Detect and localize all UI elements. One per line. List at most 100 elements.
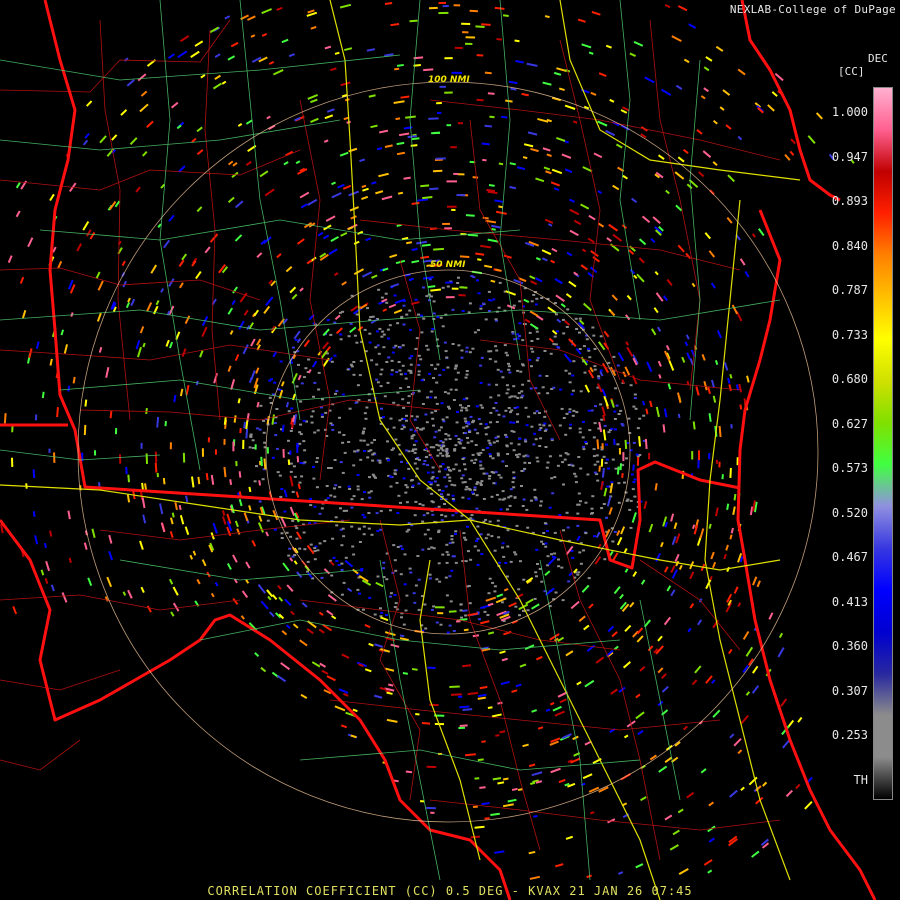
echo-pixel	[387, 337, 390, 340]
echo-pixel	[389, 509, 392, 512]
echo-pixel	[557, 565, 561, 568]
echo-pixel	[500, 601, 504, 604]
color-scale-tick: 0.307	[831, 683, 868, 698]
echo-pixel	[376, 344, 380, 347]
echo-pixel	[602, 455, 606, 458]
echo-pixel	[495, 349, 499, 352]
echo-pixel	[572, 409, 576, 412]
echo-pixel	[629, 499, 633, 502]
echo-pixel	[446, 473, 450, 476]
echo-pixel	[484, 518, 488, 521]
echo-pixel	[402, 304, 406, 307]
echo-pixel	[280, 488, 284, 490]
echo-pixel	[452, 468, 456, 471]
echo-pixel	[451, 494, 455, 497]
echo-pixel	[316, 429, 320, 432]
echo-pixel	[358, 374, 362, 377]
echo-pixel	[420, 331, 424, 334]
echo-pixel	[438, 374, 442, 377]
echo-pixel	[507, 496, 511, 499]
echo-streak	[632, 464, 635, 471]
echo-pixel	[439, 452, 443, 455]
echo-pixel	[417, 390, 421, 393]
echo-pixel	[399, 501, 402, 504]
echo-pixel	[464, 432, 468, 435]
echo-streak	[34, 414, 38, 421]
echo-pixel	[578, 431, 582, 434]
echo-pixel	[289, 462, 293, 465]
echo-pixel	[470, 514, 474, 517]
echo-pixel	[425, 443, 429, 446]
echo-pixel	[454, 378, 458, 381]
echo-pixel	[495, 421, 499, 423]
echo-streak	[455, 620, 461, 623]
echo-pixel	[451, 343, 455, 345]
echo-pixel	[545, 466, 549, 469]
echo-pixel	[574, 481, 578, 484]
echo-pixel	[535, 456, 539, 459]
echo-streak	[465, 36, 476, 39]
echo-pixel	[593, 535, 596, 538]
echo-pixel	[440, 402, 444, 405]
echo-pixel	[597, 375, 601, 378]
echo-pixel	[339, 333, 343, 336]
echo-pixel	[464, 420, 468, 423]
echo-pixel	[430, 477, 434, 480]
echo-pixel	[513, 395, 517, 398]
echo-pixel	[363, 328, 367, 331]
echo-pixel	[498, 498, 502, 501]
echo-pixel	[610, 481, 614, 484]
echo-pixel	[308, 522, 312, 525]
echo-pixel	[362, 430, 365, 433]
echo-pixel	[539, 500, 543, 503]
echo-pixel	[633, 495, 637, 498]
echo-pixel	[493, 590, 497, 593]
echo-pixel	[388, 475, 392, 478]
echo-pixel	[341, 441, 345, 444]
echo-pixel	[488, 577, 492, 580]
echo-pixel	[498, 561, 502, 564]
echo-pixel	[392, 447, 395, 450]
echo-pixel	[320, 415, 324, 418]
echo-pixel	[360, 569, 364, 572]
echo-pixel	[484, 537, 488, 540]
echo-pixel	[426, 512, 430, 515]
echo-pixel	[388, 595, 392, 598]
echo-pixel	[530, 425, 534, 428]
echo-pixel	[541, 386, 545, 389]
echo-pixel	[366, 307, 369, 310]
echo-pixel	[479, 404, 483, 407]
echo-pixel	[468, 488, 472, 491]
echo-pixel	[441, 418, 445, 421]
echo-pixel	[402, 426, 406, 429]
echo-pixel	[444, 576, 448, 579]
echo-pixel	[533, 412, 537, 415]
echo-pixel	[512, 385, 516, 388]
echo-streak	[442, 4, 449, 8]
echo-pixel	[341, 310, 345, 313]
echo-pixel	[611, 458, 615, 461]
echo-streak	[600, 458, 604, 467]
echo-pixel	[369, 316, 373, 318]
echo-pixel	[342, 535, 346, 538]
echo-pixel	[528, 331, 532, 334]
echo-pixel	[315, 457, 319, 460]
echo-pixel	[299, 433, 303, 436]
echo-pixel	[442, 420, 446, 423]
echo-pixel	[387, 356, 391, 359]
echo-pixel	[479, 381, 483, 384]
echo-pixel	[342, 434, 346, 436]
echo-pixel	[642, 414, 646, 417]
echo-pixel	[441, 325, 445, 328]
echo-pixel	[549, 352, 553, 355]
echo-pixel	[576, 573, 580, 576]
echo-pixel	[432, 377, 435, 379]
echo-pixel	[503, 344, 507, 347]
echo-pixel	[519, 370, 523, 373]
echo-pixel	[340, 568, 344, 571]
echo-pixel	[495, 440, 499, 443]
echo-pixel	[443, 476, 447, 479]
echo-pixel	[545, 375, 549, 377]
echo-pixel	[464, 614, 468, 617]
echo-pixel	[266, 519, 270, 522]
